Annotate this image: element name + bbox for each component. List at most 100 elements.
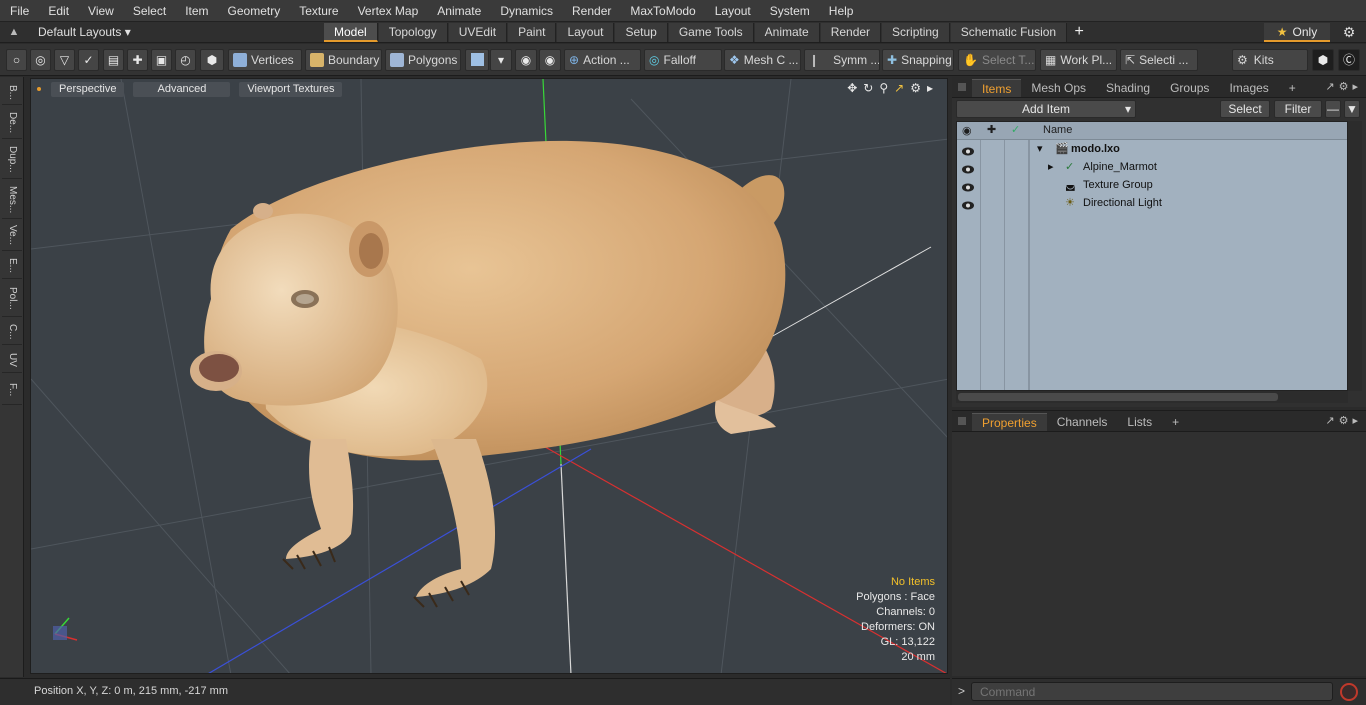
- tab-model[interactable]: Model: [324, 22, 378, 42]
- pen-icon[interactable]: ▽: [54, 49, 75, 71]
- command-input[interactable]: [971, 682, 1333, 701]
- add-panel-tab-icon[interactable]: +: [1279, 79, 1306, 97]
- tree-vertical-scrollbar[interactable]: [1348, 121, 1362, 391]
- type-column-icon[interactable]: ✓: [1011, 123, 1020, 136]
- eye-icon[interactable]: [962, 144, 974, 156]
- eye-icon[interactable]: [962, 180, 974, 192]
- vertices-button[interactable]: Vertices: [228, 49, 302, 71]
- left-tab-deform[interactable]: De...: [2, 107, 22, 139]
- left-tab-fusion[interactable]: F...: [2, 375, 22, 405]
- eye-icon[interactable]: [962, 162, 974, 174]
- tab-game-tools[interactable]: Game Tools: [668, 22, 754, 42]
- tree-row-scene[interactable]: ▾ 🎬 modo.lxo: [957, 140, 1347, 158]
- tab-render[interactable]: Render: [820, 22, 882, 42]
- menu-file[interactable]: File: [0, 0, 38, 22]
- gear-icon[interactable]: ⚙: [1338, 22, 1360, 43]
- tab-topology[interactable]: Topology: [378, 22, 448, 42]
- tab-groups[interactable]: Groups: [1160, 79, 1219, 97]
- tree-row-texture-group[interactable]: ◛ Texture Group: [957, 176, 1347, 194]
- symmetry-shield-icon[interactable]: ◉: [515, 49, 537, 71]
- left-tab-vertex[interactable]: Ve...: [2, 221, 22, 251]
- select-circle-icon[interactable]: ○: [6, 49, 27, 71]
- symmetry-button[interactable]: ❙ Symm ...: [804, 49, 880, 71]
- left-tab-curve[interactable]: C...: [2, 319, 22, 345]
- menu-render[interactable]: Render: [562, 0, 620, 22]
- tab-setup[interactable]: Setup: [615, 22, 668, 42]
- menu-maxtomodo[interactable]: MaxToModo: [620, 0, 704, 22]
- collapse-icon[interactable]: —: [1325, 100, 1341, 118]
- tab-shading[interactable]: Shading: [1096, 79, 1160, 97]
- tab-channels[interactable]: Channels: [1047, 413, 1118, 431]
- left-tab-edge[interactable]: E...: [2, 253, 22, 279]
- menu-geometry[interactable]: Geometry: [218, 0, 290, 22]
- kits-button[interactable]: ⚙ Kits: [1232, 49, 1308, 71]
- mesh-constraint-button[interactable]: ❖ Mesh C ...: [724, 49, 801, 71]
- tab-items[interactable]: Items: [972, 79, 1022, 97]
- menu-help[interactable]: Help: [819, 0, 863, 22]
- left-tab-duplicate[interactable]: Dup...: [2, 141, 22, 179]
- panel-grip-icon[interactable]: [958, 417, 966, 425]
- polygons-button[interactable]: Polygons: [385, 49, 461, 71]
- filter-button[interactable]: Filter: [1274, 100, 1322, 118]
- add-item-dropdown[interactable]: Add Item ▾: [956, 100, 1136, 118]
- frame-icon[interactable]: ▣: [151, 49, 172, 71]
- tree-row-mesh[interactable]: ▸ ✓ Alpine_Marmot: [957, 158, 1347, 176]
- menu-dynamics[interactable]: Dynamics: [490, 0, 562, 22]
- menu-vertex-map[interactable]: Vertex Map: [348, 0, 428, 22]
- tab-layout[interactable]: Layout: [557, 22, 615, 42]
- stop-icon[interactable]: [1340, 683, 1358, 701]
- lock-column-icon[interactable]: ✚: [987, 123, 996, 136]
- material-icon[interactable]: [465, 49, 489, 71]
- tree-row-light[interactable]: ☀ Directional Light: [957, 194, 1347, 212]
- add-panel-tab-icon[interactable]: +: [1162, 413, 1189, 431]
- menu-animate[interactable]: Animate: [427, 0, 490, 22]
- cube-app-icon[interactable]: ⬢: [1312, 49, 1334, 71]
- zoom-view-icon[interactable]: ⚲: [879, 81, 888, 95]
- menu-texture[interactable]: Texture: [289, 0, 347, 22]
- left-tab-uv[interactable]: UV: [2, 347, 22, 373]
- viewport-expand-icon[interactable]: ▸: [927, 81, 933, 95]
- tab-uvedit[interactable]: UVEdit: [448, 22, 508, 42]
- left-tab-mesh-edit[interactable]: Mes...: [2, 181, 22, 219]
- 3d-viewport[interactable]: Perspective Advanced Viewport Textures ✥…: [30, 78, 948, 674]
- add-tab-icon[interactable]: +: [1068, 23, 1090, 41]
- viewport-menu-dot[interactable]: [37, 87, 41, 91]
- viewport-scene[interactable]: [31, 79, 948, 674]
- move-view-icon[interactable]: ✥: [847, 81, 857, 95]
- unreal-icon[interactable]: Ⓒ: [1338, 49, 1360, 71]
- align-icon[interactable]: ▤: [103, 49, 124, 71]
- boundary-button[interactable]: Boundary: [305, 49, 382, 71]
- item-mode-icon[interactable]: ⬢: [200, 49, 224, 71]
- rotate-view-icon[interactable]: ↻: [863, 81, 873, 95]
- menu-view[interactable]: View: [78, 0, 123, 22]
- tab-schematic-fusion[interactable]: Schematic Fusion: [950, 22, 1068, 42]
- shield-icon[interactable]: ◉: [539, 49, 561, 71]
- brush-icon[interactable]: ✓: [78, 49, 99, 71]
- menu-system[interactable]: System: [760, 0, 819, 22]
- panel-options-icon[interactable]: ↗⚙▸: [1325, 80, 1362, 93]
- tab-lists[interactable]: Lists: [1117, 413, 1162, 431]
- rotate-icon[interactable]: ◴: [175, 49, 196, 71]
- layout-home-icon[interactable]: ▲: [0, 22, 28, 43]
- funnel-icon[interactable]: ▼: [1344, 100, 1360, 118]
- tab-scripting[interactable]: Scripting: [882, 22, 950, 42]
- menu-item[interactable]: Item: [175, 0, 217, 22]
- menu-edit[interactable]: Edit: [38, 0, 78, 22]
- select-button[interactable]: Select: [1220, 100, 1270, 118]
- visibility-column-icon[interactable]: ◉: [962, 124, 972, 137]
- tree-horizontal-scrollbar[interactable]: [956, 391, 1348, 403]
- shading-mode-button[interactable]: Advanced: [133, 81, 231, 97]
- left-tab-basic[interactable]: B...: [2, 81, 22, 105]
- chevron-down-icon[interactable]: ▾: [490, 49, 512, 71]
- globe-icon[interactable]: ◎: [30, 49, 51, 71]
- action-center-button[interactable]: ⊕ Action ...: [564, 49, 641, 71]
- expand-arrow-icon[interactable]: ▾: [1037, 140, 1043, 158]
- viewport-settings-icon[interactable]: ⚙: [910, 81, 921, 95]
- select-through-button[interactable]: ✋ Select T...: [958, 49, 1036, 71]
- tab-properties[interactable]: Properties: [972, 413, 1047, 431]
- view-mode-button[interactable]: Perspective: [51, 81, 125, 97]
- tab-paint[interactable]: Paint: [508, 22, 557, 42]
- falloff-button[interactable]: ◎ Falloff: [644, 49, 722, 71]
- fit-view-icon[interactable]: ↗: [894, 81, 904, 95]
- only-toggle[interactable]: ★ Only: [1264, 23, 1330, 42]
